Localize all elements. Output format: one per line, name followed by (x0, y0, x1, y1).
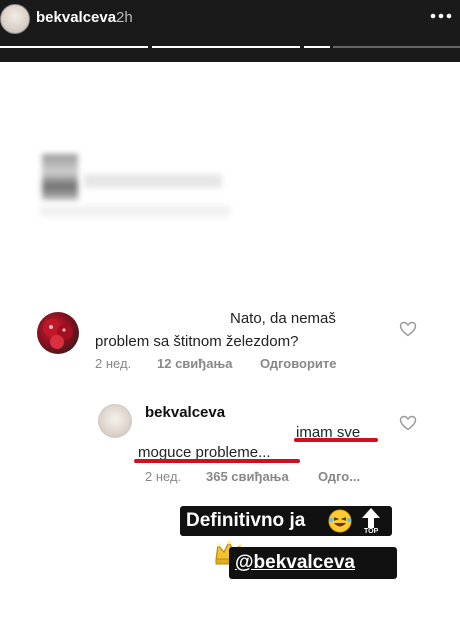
top-badge-text: TOP (364, 528, 379, 535)
comment-reply-button[interactable]: Одговорите (260, 356, 337, 371)
sticker-mention[interactable]: @bekvalceva (229, 547, 397, 579)
story-username[interactable]: bekvalceva (36, 9, 116, 26)
reply-age: 2 нед. (145, 469, 182, 484)
red-underline (134, 459, 300, 463)
heart-icon[interactable] (399, 321, 417, 337)
red-underline (294, 438, 378, 442)
reply-reply-button[interactable]: Одго... (318, 469, 360, 484)
blurred-avatar (42, 154, 78, 200)
progress-segment (333, 46, 460, 48)
story-progress (0, 46, 460, 49)
heart-icon[interactable] (399, 415, 417, 431)
laughing-emoji-icon (328, 509, 352, 533)
blurred-text (84, 174, 222, 188)
progress-segment (304, 46, 330, 48)
comment-line-2: problem sa štitnom železdom? (95, 333, 299, 350)
sticker-line1: Definitivno ja (186, 510, 306, 531)
top-arrow-icon: TOP (360, 506, 382, 536)
comment-line-1: Nato, da nemaš (230, 310, 336, 327)
comment-likes[interactable]: 12 свиђања (157, 356, 232, 371)
reply-avatar[interactable] (98, 404, 132, 438)
story-header: bekvalceva 2h (0, 0, 460, 62)
story-time: 2h (116, 9, 133, 26)
blurred-text (40, 205, 230, 217)
more-dots-icon[interactable] (430, 8, 452, 24)
comment-text: Nato, da nemaš problem sa štitnom železd… (95, 307, 385, 353)
progress-segment (0, 46, 148, 48)
comment-age: 2 нед. (95, 356, 132, 371)
profile-avatar[interactable] (0, 4, 30, 34)
sticker-line2: @bekvalceva (235, 552, 355, 573)
commenter-avatar[interactable] (37, 312, 79, 354)
reply-likes[interactable]: 365 свиђања (206, 469, 289, 484)
progress-segment (152, 46, 300, 48)
reply-username[interactable]: bekvalceva (145, 404, 225, 421)
